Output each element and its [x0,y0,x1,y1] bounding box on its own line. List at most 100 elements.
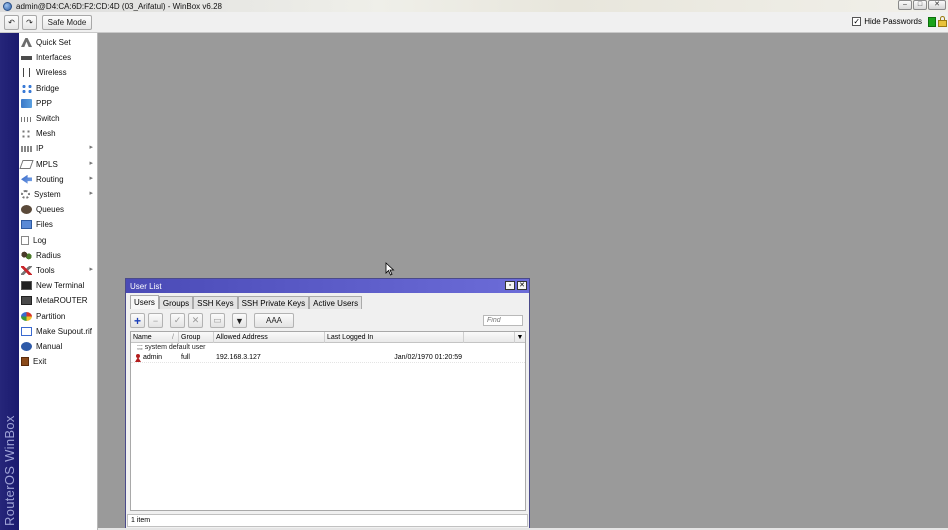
ip-icon [21,145,32,152]
column-header-name[interactable]: Name / [131,332,179,343]
redo-button[interactable]: ↷ [22,15,37,30]
sidebar-item-log[interactable]: Log [19,233,98,248]
sidebar-item-make-supout-rif[interactable]: Make Supout.rif [19,324,98,339]
hide-passwords-toggle[interactable]: ✓ Hide Passwords [852,17,922,26]
cell-allowed-address: 192.168.3.127 [216,354,261,361]
mouse-cursor-icon [385,262,395,276]
enable-button[interactable]: ✓ [170,313,185,328]
sidebar-item-radius[interactable]: Radius [19,248,98,263]
metarouter-icon [21,296,32,306]
aaa-button[interactable]: AAA [254,313,294,328]
tab-users[interactable]: Users [130,295,159,309]
sidebar-item-exit[interactable]: Exit [19,354,98,369]
submenu-arrow-icon: ▸ [89,174,93,182]
terminal-icon [21,281,32,291]
user-list-titlebar[interactable]: User List ▫ ✕ [126,279,529,293]
sidebar-item-label: Mesh [36,129,56,139]
table-row[interactable]: admin full 192.168.3.127 Jan/02/1970 01:… [131,353,525,363]
sidebar-item-label: Routing [36,174,64,184]
column-header-allowed-address[interactable]: Allowed Address [214,332,325,343]
sidebar-item-mesh[interactable]: Mesh [19,126,98,141]
column-menu-button[interactable]: ▼ [514,332,525,343]
sidebar-item-label: Tools [36,266,55,275]
sidebar-menu: Quick Set Interfaces Wireless Bridge PPP Swit… [19,33,98,530]
find-input[interactable] [483,315,523,326]
maximize-button[interactable]: □ [913,0,927,10]
tab-ssh-private-keys[interactable]: SSH Private Keys [237,296,310,309]
winbox-app-icon [3,1,12,11]
sidebar-item-files[interactable]: Files [19,217,98,232]
mesh-icon [21,129,32,139]
sidebar-item-queues[interactable]: Queues [19,202,98,217]
cell-name: admin [143,354,163,361]
sidebar-item-label: System [34,190,61,199]
tab-ssh-keys[interactable]: SSH Keys [193,296,238,309]
sidebar-item-label: Make Supout.rif [36,326,93,336]
user-list-window: User List ▫ ✕ Users Groups SSH Keys SSH … [125,278,530,529]
remove-button[interactable]: − [148,313,163,328]
user-list-close-button[interactable]: ✕ [517,281,527,290]
column-header-last-logged-in[interactable]: Last Logged In [325,332,464,343]
sidebar-item-ip[interactable]: IP ▸ [19,141,98,156]
routing-icon [21,174,32,184]
disable-button[interactable]: ✕ [188,313,203,328]
safe-mode-button[interactable]: Safe Mode [42,15,92,30]
hide-passwords-label: Hide Passwords [864,17,922,26]
column-header-group[interactable]: Group [179,332,214,343]
sidebar-item-manual[interactable]: Manual [19,339,98,354]
add-button[interactable]: + [130,313,145,328]
submenu-arrow-icon: ▸ [89,159,93,167]
sidebar-item-interfaces[interactable]: Interfaces [19,50,98,65]
sidebar-item-label: Partition [36,311,66,321]
sidebar-item-quick-set[interactable]: Quick Set [19,35,98,50]
sidebar-item-tools[interactable]: Tools ▸ [19,263,98,278]
sidebar-item-label: Quick Set [36,38,71,47]
files-icon [21,220,32,230]
user-list-maximize-button[interactable]: ▫ [505,281,515,290]
window-titlebar: admin@D4:CA:6D:F2:CD:4D (03_Arifatul) - … [0,0,948,12]
brand-strip: RouterOS WinBox [0,33,19,530]
tab-active-users[interactable]: Active Users [309,296,363,309]
sidebar-item-wireless[interactable]: Wireless [19,65,98,80]
user-list-toolbar: + − ✓ ✕ ▭ ▼ AAA [130,312,525,329]
sort-indicator: / [172,334,174,341]
sidebar-item-label: Bridge [36,83,60,93]
tab-groups[interactable]: Groups [158,296,194,309]
minus-icon: − [152,315,159,326]
sidebar-item-mpls[interactable]: MPLS ▸ [19,157,98,172]
tools-icon [21,266,32,275]
comment-button[interactable]: ▭ [210,313,225,328]
sidebar-item-label: Wireless [36,68,67,78]
undo-icon: ↶ [8,18,15,27]
filter-button[interactable]: ▼ [232,313,247,328]
sidebar-item-system[interactable]: System ▸ [19,187,98,202]
mpls-icon [19,159,34,169]
table-header: Name / Group Allowed Address Last Logged … [131,332,525,343]
sidebar-item-ppp[interactable]: PPP [19,96,98,111]
sidebar-item-label: Files [36,220,53,230]
sidebar-item-label: MetaROUTER [36,296,88,306]
users-table: Name / Group Allowed Address Last Logged … [130,331,526,511]
sidebar-item-partition[interactable]: Partition [19,309,98,324]
sidebar-item-switch[interactable]: Switch [19,111,98,126]
partition-icon [21,311,32,321]
sidebar-item-label: Radius [36,250,61,260]
quick-set-icon [21,38,32,47]
sidebar-item-routing[interactable]: Routing ▸ [19,172,98,187]
sidebar-item-metarouter[interactable]: MetaROUTER [19,293,98,308]
plus-icon: + [133,313,141,328]
comment-icon: ▭ [213,315,222,325]
sidebar-item-new-terminal[interactable]: New Terminal [19,278,98,293]
close-button[interactable]: ✕ [928,0,946,10]
sidebar-item-bridge[interactable]: Bridge [19,81,98,96]
submenu-arrow-icon: ▸ [89,266,93,273]
wireless-icon [23,68,30,78]
undo-button[interactable]: ↶ [4,15,19,30]
user-list-title: User List [130,281,162,291]
minimize-button[interactable]: – [898,0,912,10]
interfaces-icon [21,53,32,63]
system-icon [21,190,30,199]
lock-icon [938,16,947,27]
hide-passwords-checkbox[interactable]: ✓ [852,17,862,26]
connection-status-icon [928,17,936,27]
